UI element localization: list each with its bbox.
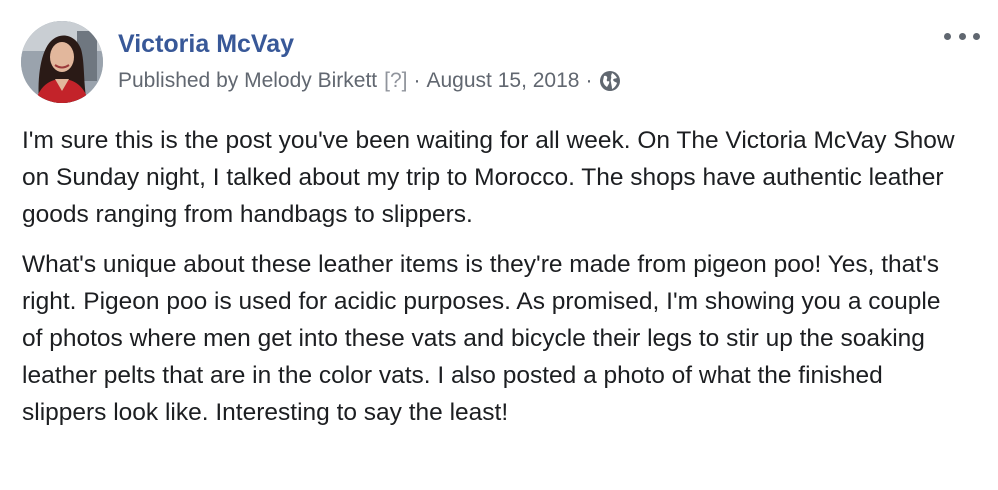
avatar[interactable] — [21, 21, 103, 103]
post-paragraph: I'm sure this is the post you've been wa… — [22, 127, 955, 228]
post-date-link[interactable]: August 15, 2018 — [427, 67, 580, 95]
avatar-image — [21, 21, 103, 103]
post-paragraph: What's unique about these leather items … — [22, 251, 941, 426]
dot — [973, 32, 980, 40]
separator-dot: · — [413, 69, 421, 92]
post-meta: Published by Melody Birkett [?] · August… — [118, 67, 621, 95]
post-card: Victoria McVay Published by Melody Birke… — [0, 0, 998, 490]
author-name-link[interactable]: Victoria McVay — [118, 28, 294, 60]
more-options-icon[interactable] — [944, 26, 980, 46]
publisher-name[interactable]: Melody Birkett — [244, 67, 377, 95]
dot — [944, 32, 951, 40]
published-by-label: Published by — [118, 69, 239, 92]
separator-dot: · — [585, 69, 593, 92]
globe-icon[interactable] — [599, 70, 621, 92]
help-link[interactable]: [?] — [384, 67, 407, 95]
dot — [958, 32, 966, 40]
post-body: I'm sure this is the post you've been wa… — [22, 122, 962, 444]
